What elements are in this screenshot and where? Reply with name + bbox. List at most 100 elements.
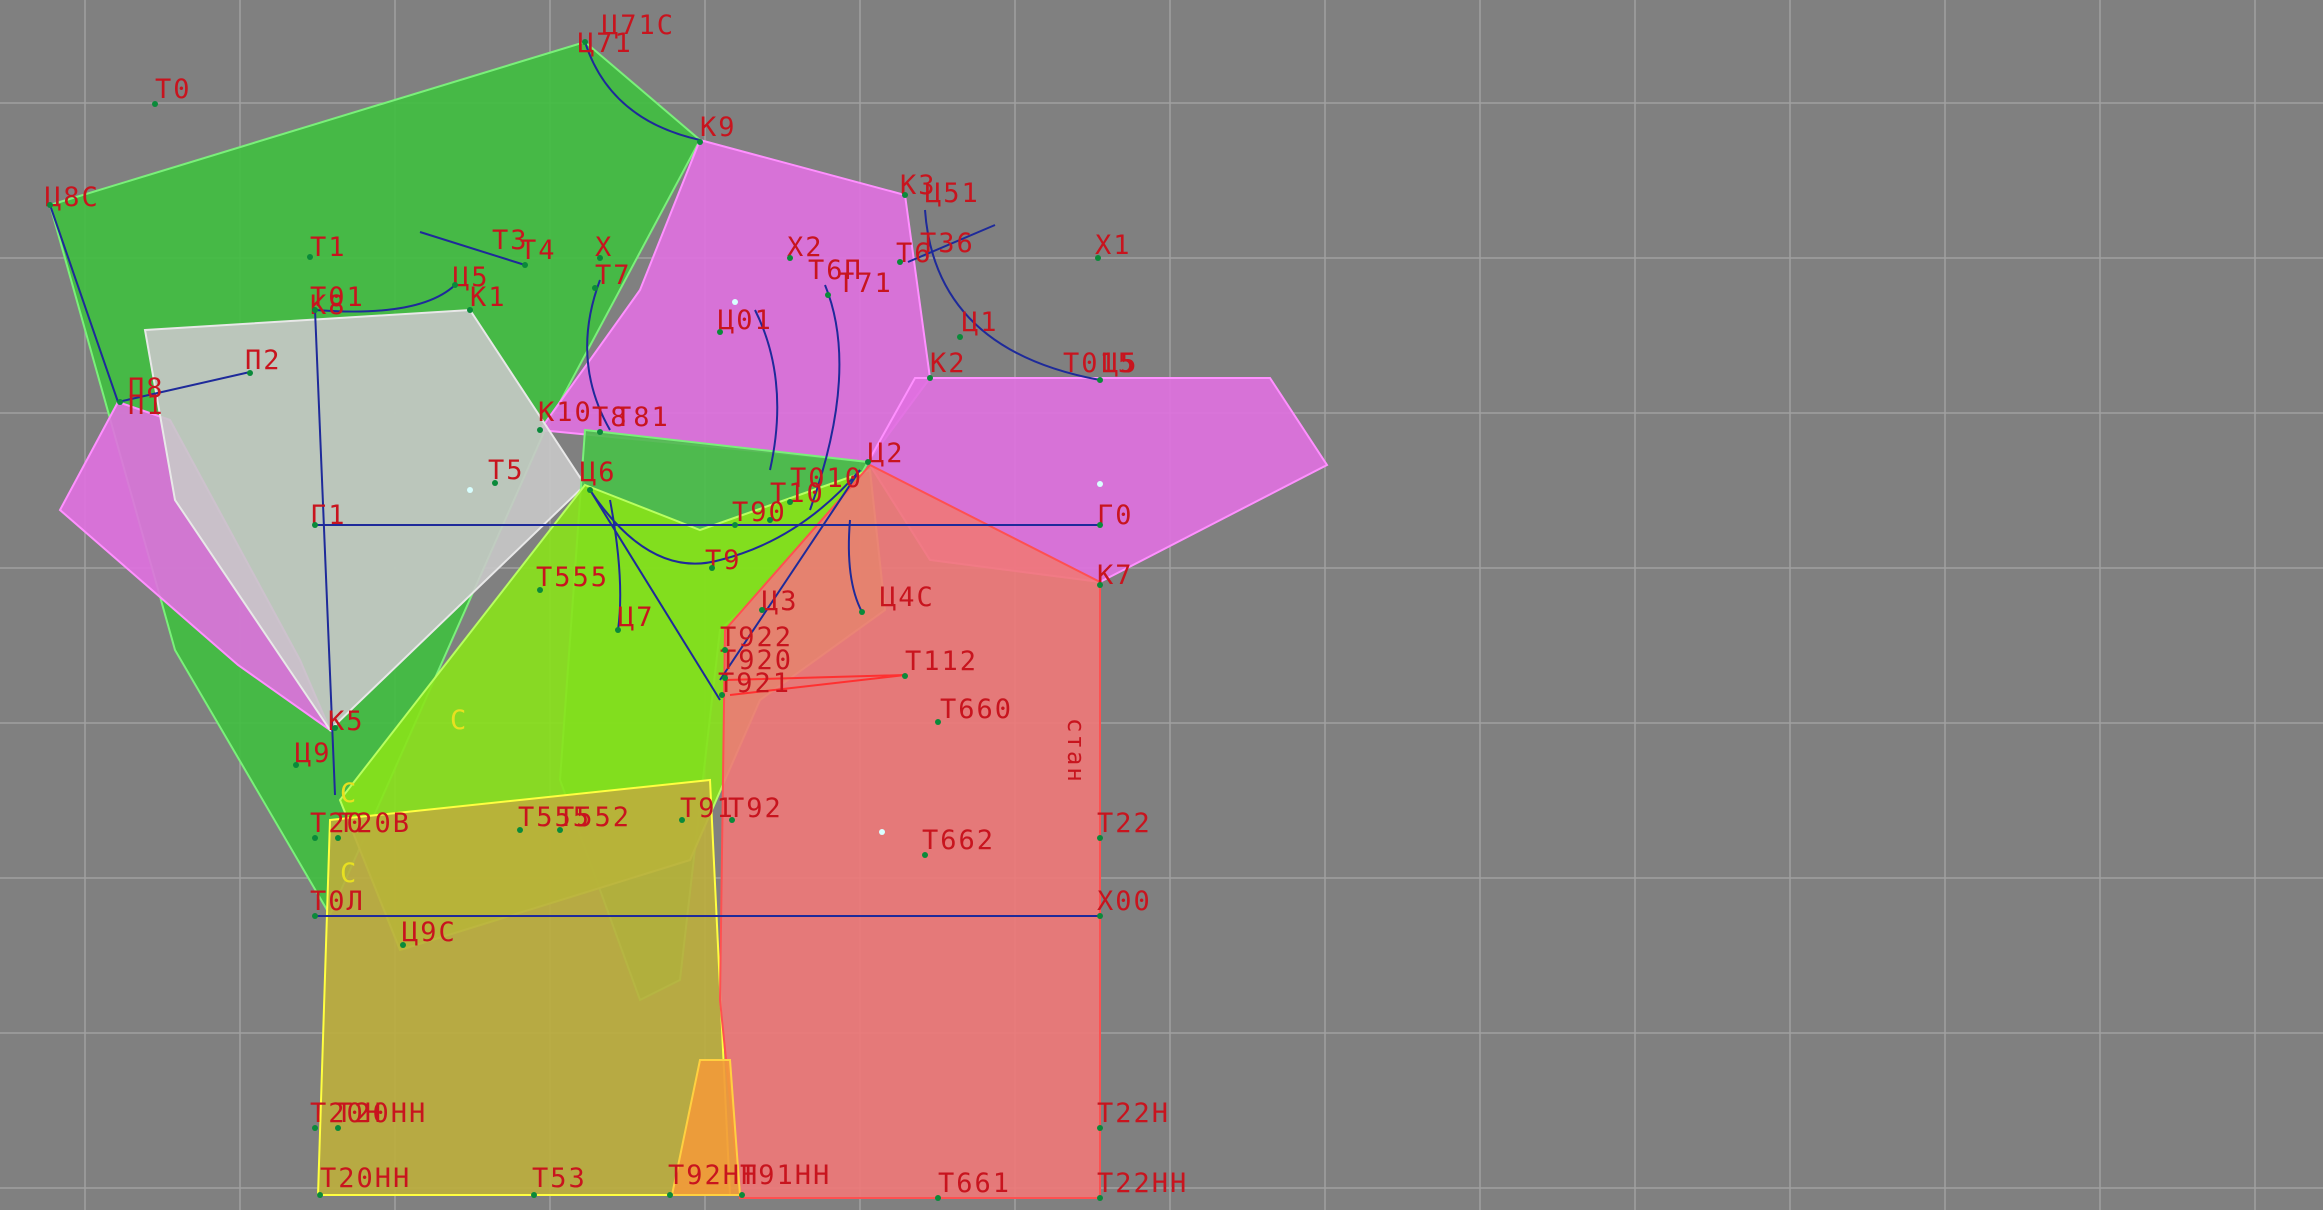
point-marker bbox=[935, 719, 941, 725]
point-label: Т20НН bbox=[320, 1163, 411, 1194]
point-label: Т921 bbox=[718, 668, 791, 699]
point-marker bbox=[597, 255, 603, 261]
point-marker bbox=[557, 827, 563, 833]
point-label: Ц7 bbox=[618, 602, 655, 633]
point-label: Т7 bbox=[595, 260, 632, 291]
point-marker bbox=[719, 692, 725, 698]
point-label: Ц3 bbox=[762, 586, 799, 617]
point-marker bbox=[787, 255, 793, 261]
point-marker bbox=[452, 282, 458, 288]
point-label: Ц5 bbox=[1102, 348, 1139, 379]
point-marker bbox=[927, 375, 933, 381]
point-marker bbox=[1097, 1195, 1103, 1201]
point-marker bbox=[312, 1125, 318, 1131]
point-label: Т90 bbox=[732, 497, 787, 528]
point-marker bbox=[739, 1192, 745, 1198]
point-label: Ц6 bbox=[580, 457, 617, 488]
skirt-olive[interactable] bbox=[316, 778, 732, 1196]
point-label: Т20В bbox=[338, 808, 411, 839]
point-marker bbox=[400, 942, 406, 948]
point-label: Т0Л bbox=[310, 886, 365, 917]
point-marker bbox=[1095, 255, 1101, 261]
point-marker bbox=[335, 835, 341, 841]
point-marker bbox=[492, 480, 498, 486]
point-marker bbox=[615, 627, 621, 633]
point-marker bbox=[825, 292, 831, 298]
back-red[interactable] bbox=[718, 463, 1101, 1199]
point-label: Т555 bbox=[536, 562, 609, 593]
point-marker bbox=[1097, 522, 1103, 528]
point-label: Т0 bbox=[155, 74, 192, 105]
point-label: Ц8С bbox=[45, 182, 100, 213]
point-marker bbox=[767, 517, 773, 523]
point-marker bbox=[717, 329, 723, 335]
point-label: Т91НН bbox=[740, 1160, 831, 1191]
point-label: Т660 bbox=[940, 694, 1013, 725]
point-label: Т112 bbox=[905, 646, 978, 677]
point-marker bbox=[537, 427, 543, 433]
point-marker bbox=[152, 101, 158, 107]
point-marker bbox=[922, 852, 928, 858]
point-marker bbox=[957, 334, 963, 340]
point-label: Т91 bbox=[680, 793, 735, 824]
point-marker bbox=[1097, 481, 1103, 487]
point-marker bbox=[935, 1195, 941, 1201]
point-label: К8 bbox=[310, 290, 347, 321]
point-marker bbox=[732, 299, 738, 305]
point-marker bbox=[335, 1125, 341, 1131]
point-label: Ц9 bbox=[295, 738, 332, 769]
point-marker bbox=[897, 259, 903, 265]
point-label: Т71 bbox=[838, 268, 893, 299]
point-marker bbox=[517, 827, 523, 833]
point-marker bbox=[467, 307, 473, 313]
point-marker bbox=[592, 285, 598, 291]
point-marker bbox=[531, 1192, 537, 1198]
point-marker bbox=[902, 673, 908, 679]
point-marker bbox=[729, 817, 735, 823]
point-marker bbox=[1097, 1125, 1103, 1131]
point-label: Т9 bbox=[705, 545, 742, 576]
point-marker bbox=[582, 39, 588, 45]
point-label: Ц4С bbox=[880, 582, 935, 613]
point-marker bbox=[1097, 582, 1103, 588]
pattern-drawing[interactable]: Ц71СЦ71Т0К9Ц8С К3Ц51Т1 Т3Т4 Х Х2Т6ПТ71Т6Т36 Х… bbox=[0, 0, 2323, 1210]
point-marker bbox=[902, 192, 908, 198]
point-label: Т662 bbox=[922, 825, 995, 856]
point-label: Т22 bbox=[1097, 808, 1152, 839]
point-marker bbox=[697, 139, 703, 145]
pattern-pieces[interactable] bbox=[48, 40, 1329, 1199]
point-label: К5 bbox=[328, 706, 365, 737]
point-label: Ц51 bbox=[925, 178, 980, 209]
point-marker bbox=[312, 835, 318, 841]
point-marker bbox=[312, 913, 318, 919]
point-marker bbox=[312, 522, 318, 528]
point-marker bbox=[597, 429, 603, 435]
point-label: Х00 bbox=[1097, 886, 1152, 917]
point-marker bbox=[722, 647, 728, 653]
point-marker bbox=[317, 1192, 323, 1198]
point-label: С bbox=[340, 778, 358, 809]
point-label: С bbox=[450, 705, 468, 736]
point-marker bbox=[722, 675, 728, 681]
point-marker bbox=[879, 829, 885, 835]
point-marker bbox=[307, 254, 313, 260]
pattern-canvas[interactable]: Ц71С Ц71 Т0 К9 Ц8С К3 Ц51 Т1 Т3 Т4 Х Х2 Т6П Т71 Т6 Т36 Х… bbox=[0, 0, 2323, 1210]
point-label: Т20НН bbox=[336, 1098, 427, 1129]
point-marker bbox=[1097, 913, 1103, 919]
point-label: К1 bbox=[470, 282, 507, 313]
point-label: Т53 bbox=[532, 1163, 587, 1194]
point-label: Т22НН bbox=[1097, 1168, 1188, 1199]
point-label: Т22Н bbox=[1097, 1098, 1170, 1129]
point-marker bbox=[667, 1192, 673, 1198]
point-marker bbox=[537, 587, 543, 593]
point-label: С bbox=[340, 858, 358, 889]
point-marker bbox=[293, 762, 299, 768]
point-label: К2 bbox=[930, 348, 967, 379]
point-label: К9 bbox=[700, 112, 737, 143]
point-marker bbox=[332, 725, 338, 731]
point-marker bbox=[47, 202, 53, 208]
point-marker bbox=[522, 262, 528, 268]
point-label: Т92 bbox=[728, 793, 783, 824]
point-marker bbox=[709, 565, 715, 571]
point-marker bbox=[859, 609, 865, 615]
